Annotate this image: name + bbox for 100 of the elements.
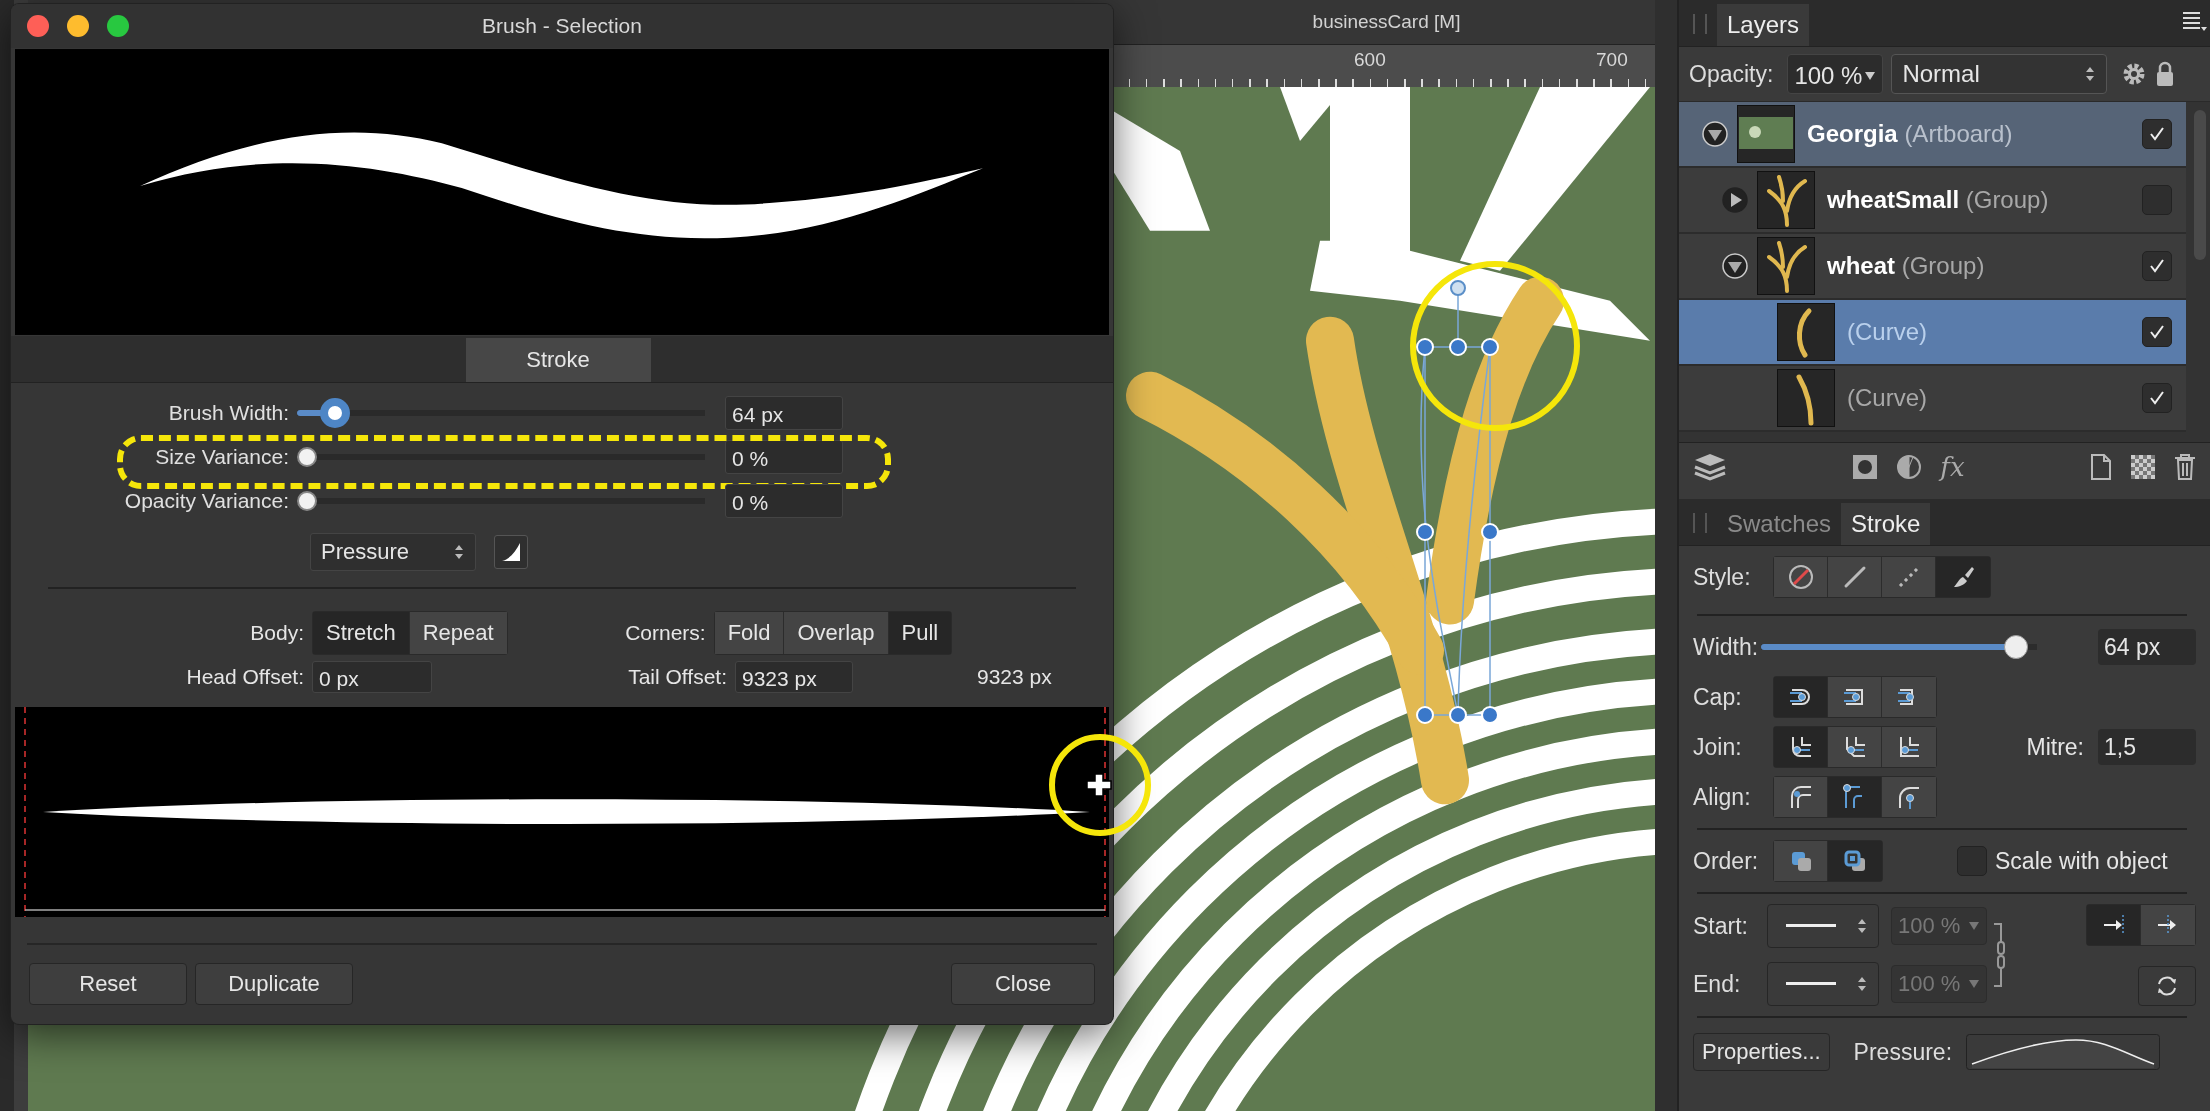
grip-icon[interactable] [1693,14,1707,34]
close-window-button[interactable] [27,15,49,37]
tail-offset-label: Tail Offset: [627,665,728,689]
panel-tab[interactable]: Swatches [1717,503,1842,545]
cap-option[interactable] [1882,677,1936,717]
join-option[interactable] [1828,727,1882,767]
width-field[interactable]: 64 px [2098,629,2196,665]
slider-thumb[interactable] [297,491,317,511]
layer-row[interactable]: wheat (Group) [1679,234,2186,300]
join-option[interactable] [1882,727,1936,767]
corners-label: Corners: [624,621,707,645]
layers-stack-icon[interactable] [1693,452,1727,482]
corners-option[interactable]: Overlap [784,612,889,654]
menu-icon[interactable] [2182,10,2208,32]
align-option[interactable] [1828,777,1882,817]
ruler-label: 600 [1354,49,1386,71]
value-field[interactable]: 0 % [725,484,843,518]
trash-icon[interactable] [2174,453,2196,481]
order-option[interactable] [1774,841,1828,881]
align-option[interactable] [1882,777,1936,817]
layer-name: (Curve) [1847,384,1928,412]
layer-row[interactable]: wheatSmall (Group) [1679,168,2186,234]
align-option[interactable] [1774,777,1828,817]
dropdown-arrow-icon [1864,71,1877,81]
opacity-field[interactable]: 100 % [1787,54,1884,94]
visibility-checkbox[interactable] [2142,317,2172,347]
layer-thumbnail [1757,171,1815,229]
properties-button[interactable]: Properties... [1693,1033,1830,1071]
value-field[interactable]: 64 px [725,396,843,430]
length-readout: 9323 px [977,665,1052,689]
mask-icon[interactable] [1852,454,1879,480]
pressure-label: Pressure: [1853,1038,1953,1066]
width-label: Width: [1693,633,1759,661]
mitre-label: Mitre: [2026,733,2084,761]
join-label: Join: [1693,733,1743,761]
slider-thumb[interactable] [297,447,317,467]
value-field[interactable]: 0 % [725,440,843,474]
layer-name: Georgia (Artboard) [1807,120,2014,148]
lock-icon[interactable] [2155,61,2176,87]
effects-button[interactable]: fx [1940,452,1965,482]
layer-row[interactable]: (Curve) [1679,366,2186,432]
end-arrowhead-dropdown[interactable] [1767,962,1879,1006]
layer-name: wheat (Group) [1827,252,1986,280]
panel-tab[interactable]: Stroke [1841,503,1931,545]
style-label: Style: [1693,563,1752,591]
dialog-button[interactable]: Close [951,963,1095,1005]
end-label: End: [1693,970,1742,998]
start-label: Start: [1693,912,1749,940]
pressure-curve-button[interactable] [494,535,528,569]
checkerboard-icon[interactable] [2130,454,2156,480]
cap-option[interactable] [1774,677,1828,717]
layer-thumbnail [1757,237,1815,295]
dialog-button[interactable]: Reset [29,963,187,1005]
visibility-checkbox[interactable] [2142,185,2172,215]
swap-arrowheads-button[interactable] [2138,966,2196,1006]
zoom-window-button[interactable] [107,15,129,37]
style-option[interactable] [1774,557,1828,597]
width-slider-thumb[interactable] [2003,635,2028,659]
grip-icon[interactable] [1693,513,1707,533]
new-document-icon[interactable] [2090,453,2112,481]
stroke-tab[interactable]: Stroke [465,338,651,382]
layer-thumbnail [1777,369,1835,427]
cap-label: Cap: [1693,683,1743,711]
join-option[interactable] [1774,727,1828,767]
visibility-checkbox[interactable] [2142,119,2172,149]
visibility-checkbox[interactable] [2142,383,2172,413]
body-option[interactable]: Repeat [409,612,507,654]
mitre-field[interactable]: 1,5 [2098,729,2196,765]
scale-with-object-checkbox[interactable] [1957,846,1987,876]
visibility-checkbox[interactable] [2142,251,2172,281]
slider-thumb[interactable] [319,398,350,428]
dropdown-arrow-icon [1968,921,1980,931]
dialog-title: Brush - Selection [482,14,642,38]
cap-option[interactable] [1828,677,1882,717]
order-option[interactable] [1828,841,1882,881]
adjustment-icon[interactable] [1896,454,1923,480]
minimize-window-button[interactable] [67,15,89,37]
body-label: Body: [249,621,305,645]
corners-option[interactable]: Pull [888,612,952,654]
ruler-label: 700 [1596,49,1628,71]
head-offset-label: Head Offset: [185,665,305,689]
corners-option[interactable]: Fold [714,612,785,654]
layers-tab[interactable]: Layers [1717,4,1810,46]
controller-dropdown[interactable]: Pressure [310,533,476,571]
style-option[interactable] [1828,557,1882,597]
layer-name: (Curve) [1847,318,1928,346]
arrow-option[interactable] [2087,905,2141,945]
blend-mode-dropdown[interactable]: Normal [1891,54,2108,94]
layer-row[interactable]: Georgia (Artboard) [1679,102,2186,168]
align-label: Align: [1693,783,1752,811]
style-option[interactable] [1936,557,1990,597]
body-option[interactable]: Stretch [313,612,410,654]
dialog-button[interactable]: Duplicate [195,963,353,1005]
tail-offset-field[interactable]: 9323 px [735,661,853,693]
line-style-icon [1786,924,1836,928]
start-arrowhead-dropdown[interactable] [1767,904,1879,948]
arrow-option[interactable] [2141,905,2195,945]
pressure-curve-graph[interactable] [1966,1034,2161,1070]
head-offset-field[interactable]: 0 px [312,661,432,693]
slider-label: Opacity Variance: [123,489,290,513]
